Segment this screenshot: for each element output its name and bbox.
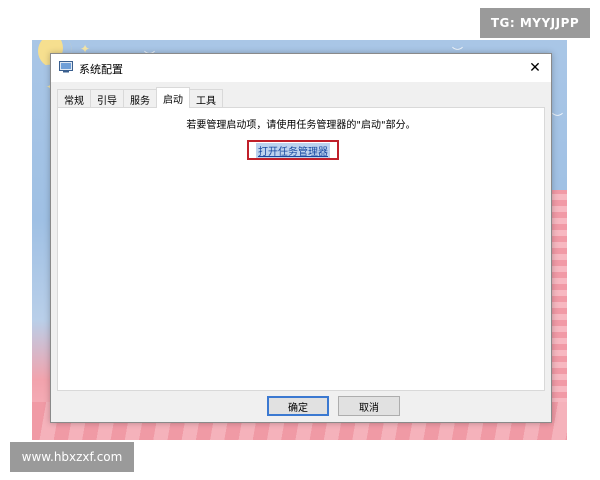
dialog-buttons: 确定 取消 (51, 396, 551, 416)
startup-tab-panel: 若要管理启动项，请使用任务管理器的"启动"部分。 打开任务管理器 (57, 107, 545, 391)
bird-decoration: ︶ (552, 112, 563, 125)
startup-instruction-text: 若要管理启动项，请使用任务管理器的"启动"部分。 (186, 120, 416, 131)
tab-tools[interactable]: 工具 (189, 89, 223, 108)
system-configuration-window: 系统配置 ✕ 常规 引导 服务 启动 工具 若要管理启动项，请使用任务管理器的"… (50, 53, 552, 423)
tab-general[interactable]: 常规 (57, 89, 91, 108)
close-button[interactable]: ✕ (519, 54, 551, 82)
highlight-box: 打开任务管理器 (247, 140, 339, 160)
window-title: 系统配置 (79, 63, 123, 76)
watermark-tg: TG: MYYJJPP (480, 8, 590, 38)
watermark-site: www.hbxzxf.com (10, 442, 134, 472)
title-bar[interactable]: 系统配置 ✕ (51, 54, 551, 82)
msconfig-app-icon (59, 61, 73, 73)
close-icon: ✕ (529, 60, 541, 76)
cancel-button[interactable]: 取消 (338, 396, 400, 416)
tab-services[interactable]: 服务 (123, 89, 157, 108)
ok-button[interactable]: 确定 (267, 396, 329, 416)
open-task-manager-link[interactable]: 打开任务管理器 (256, 142, 330, 158)
tab-boot[interactable]: 引导 (90, 89, 124, 108)
tab-strip: 常规 引导 服务 启动 工具 (57, 87, 223, 108)
tab-startup[interactable]: 启动 (156, 87, 190, 108)
